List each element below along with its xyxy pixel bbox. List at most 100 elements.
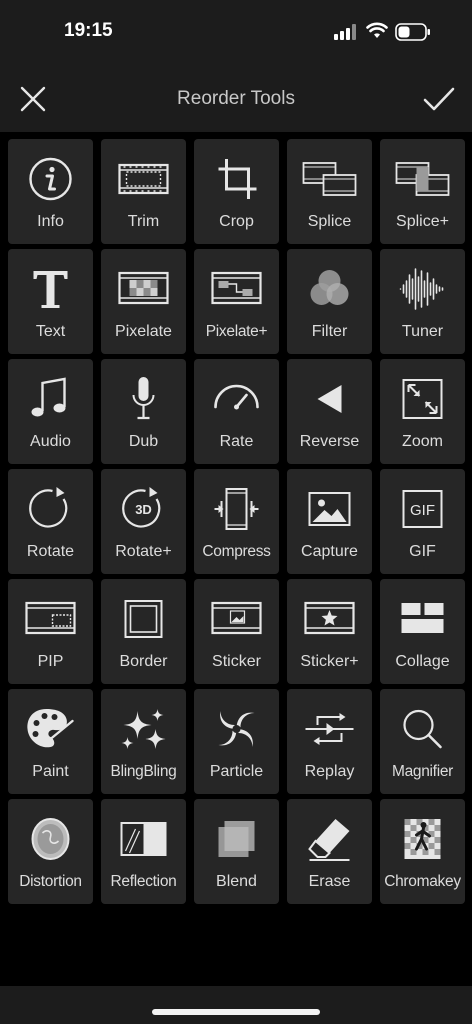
tool-rate[interactable]: Rate — [194, 359, 279, 464]
tool-label: Particle — [209, 763, 264, 780]
tuner-icon — [399, 268, 444, 310]
tool-pip[interactable]: PIP — [8, 579, 93, 684]
tool-audio[interactable]: Audio — [8, 359, 93, 464]
tool-distortion[interactable]: Distortion — [8, 799, 93, 904]
trim-icon — [118, 163, 169, 195]
tool-label: Pixelate+ — [205, 323, 268, 340]
replay-icon — [305, 713, 354, 745]
bottom-bar — [0, 986, 472, 1024]
tool-text[interactable]: Text — [8, 249, 93, 354]
zoom-arrows-icon — [402, 379, 443, 419]
tool-capture[interactable]: Capture — [287, 469, 372, 574]
status-time: 19:15 — [64, 20, 113, 41]
tool-label: Replay — [304, 763, 355, 780]
home-indicator[interactable] — [152, 1009, 320, 1015]
splice-plus-icon — [395, 162, 450, 196]
tool-reverse[interactable]: Reverse — [287, 359, 372, 464]
pixelate-plus-icon — [211, 271, 262, 305]
collage-icon — [401, 603, 444, 633]
tool-label: Audio — [30, 433, 71, 450]
palette-icon — [27, 709, 74, 748]
tool-rotate-plus[interactable]: 3D Rotate+ — [101, 469, 186, 574]
tool-blingbling[interactable]: BlingBling — [101, 689, 186, 794]
tool-label: Chromakey — [384, 873, 461, 890]
tool-gif[interactable]: GIF GIF — [380, 469, 465, 574]
tool-blend[interactable]: Blend — [194, 799, 279, 904]
status-bar: 19:15 — [0, 0, 472, 64]
tool-label: Filter — [311, 323, 348, 340]
chromakey-icon — [404, 819, 441, 859]
tool-label: Capture — [301, 543, 358, 560]
tool-trim[interactable]: Trim — [101, 139, 186, 244]
gif-icon: GIF — [402, 490, 443, 528]
blend-icon — [218, 821, 255, 857]
reverse-icon — [317, 385, 342, 413]
tool-label: Paint — [32, 763, 69, 780]
eraser-icon — [308, 819, 350, 861]
swirl-icon — [218, 711, 255, 747]
tool-label: PIP — [37, 653, 64, 670]
tool-label: BlingBling — [110, 763, 177, 780]
tool-filter[interactable]: Filter — [287, 249, 372, 354]
tool-particle[interactable]: Particle — [194, 689, 279, 794]
music-note-icon — [31, 377, 66, 417]
speedometer-icon — [214, 384, 259, 410]
tool-label: Splice+ — [396, 213, 449, 230]
tool-border[interactable]: Border — [101, 579, 186, 684]
reflection-icon — [120, 822, 167, 856]
compress-icon — [214, 488, 259, 530]
tool-label: Dub — [128, 433, 159, 450]
tool-crop[interactable]: Crop — [194, 139, 279, 244]
battery-icon — [395, 23, 430, 41]
checkmark-icon[interactable] — [422, 84, 456, 114]
sticker-plus-icon — [304, 601, 355, 635]
tool-erase[interactable]: Erase — [287, 799, 372, 904]
sparkles-icon — [121, 709, 166, 749]
tool-label: Erase — [308, 873, 351, 890]
tool-pixelate[interactable]: Pixelate — [101, 249, 186, 354]
distortion-icon — [31, 818, 70, 860]
text-icon — [33, 271, 68, 308]
tool-label: Crop — [219, 213, 254, 230]
tool-label: Compress — [202, 543, 271, 560]
tool-label: Distortion — [19, 873, 82, 890]
pip-icon — [25, 601, 76, 635]
tool-zoom[interactable]: Zoom — [380, 359, 465, 464]
sticker-icon — [211, 601, 262, 635]
tool-chromakey[interactable]: Chromakey — [380, 799, 465, 904]
tool-pixelate-plus[interactable]: Pixelate+ — [194, 249, 279, 354]
tool-label: Rotate+ — [115, 543, 172, 560]
tool-label: Tuner — [401, 323, 444, 340]
splice-icon — [302, 162, 357, 196]
tool-sticker[interactable]: Sticker — [194, 579, 279, 684]
tool-sticker-plus[interactable]: Sticker+ — [287, 579, 372, 684]
pixelate-icon — [118, 271, 169, 305]
tool-rotate[interactable]: Rotate — [8, 469, 93, 574]
tool-dub[interactable]: Dub — [101, 359, 186, 464]
tool-compress[interactable]: Compress — [194, 469, 279, 574]
tool-label: Collage — [395, 653, 450, 670]
tool-splice-plus[interactable]: Splice+ — [380, 139, 465, 244]
tool-label: Info — [37, 213, 64, 230]
page-title: Reorder Tools — [177, 88, 295, 109]
tool-info[interactable]: Info — [8, 139, 93, 244]
crop-icon — [218, 159, 257, 199]
tool-label: Reverse — [299, 433, 360, 450]
tool-label: Magnifier — [391, 763, 454, 780]
tool-label: Zoom — [402, 433, 443, 450]
tool-reflection[interactable]: Reflection — [101, 799, 186, 904]
tool-replay[interactable]: Replay — [287, 689, 372, 794]
tool-label: Pixelate — [115, 323, 172, 340]
tool-collage[interactable]: Collage — [380, 579, 465, 684]
tool-paint[interactable]: Paint — [8, 689, 93, 794]
tool-magnifier[interactable]: Magnifier — [380, 689, 465, 794]
tool-label: Trim — [127, 213, 160, 230]
tool-splice[interactable]: Splice — [287, 139, 372, 244]
svg-text:3D: 3D — [135, 502, 152, 517]
magnifier-icon — [403, 709, 442, 749]
tool-tuner[interactable]: Tuner — [380, 249, 465, 354]
rotate-icon — [29, 487, 68, 528]
cellular-signal-icon — [334, 24, 356, 40]
tool-label: Sticker+ — [300, 653, 359, 670]
tool-label: Blend — [216, 873, 257, 890]
